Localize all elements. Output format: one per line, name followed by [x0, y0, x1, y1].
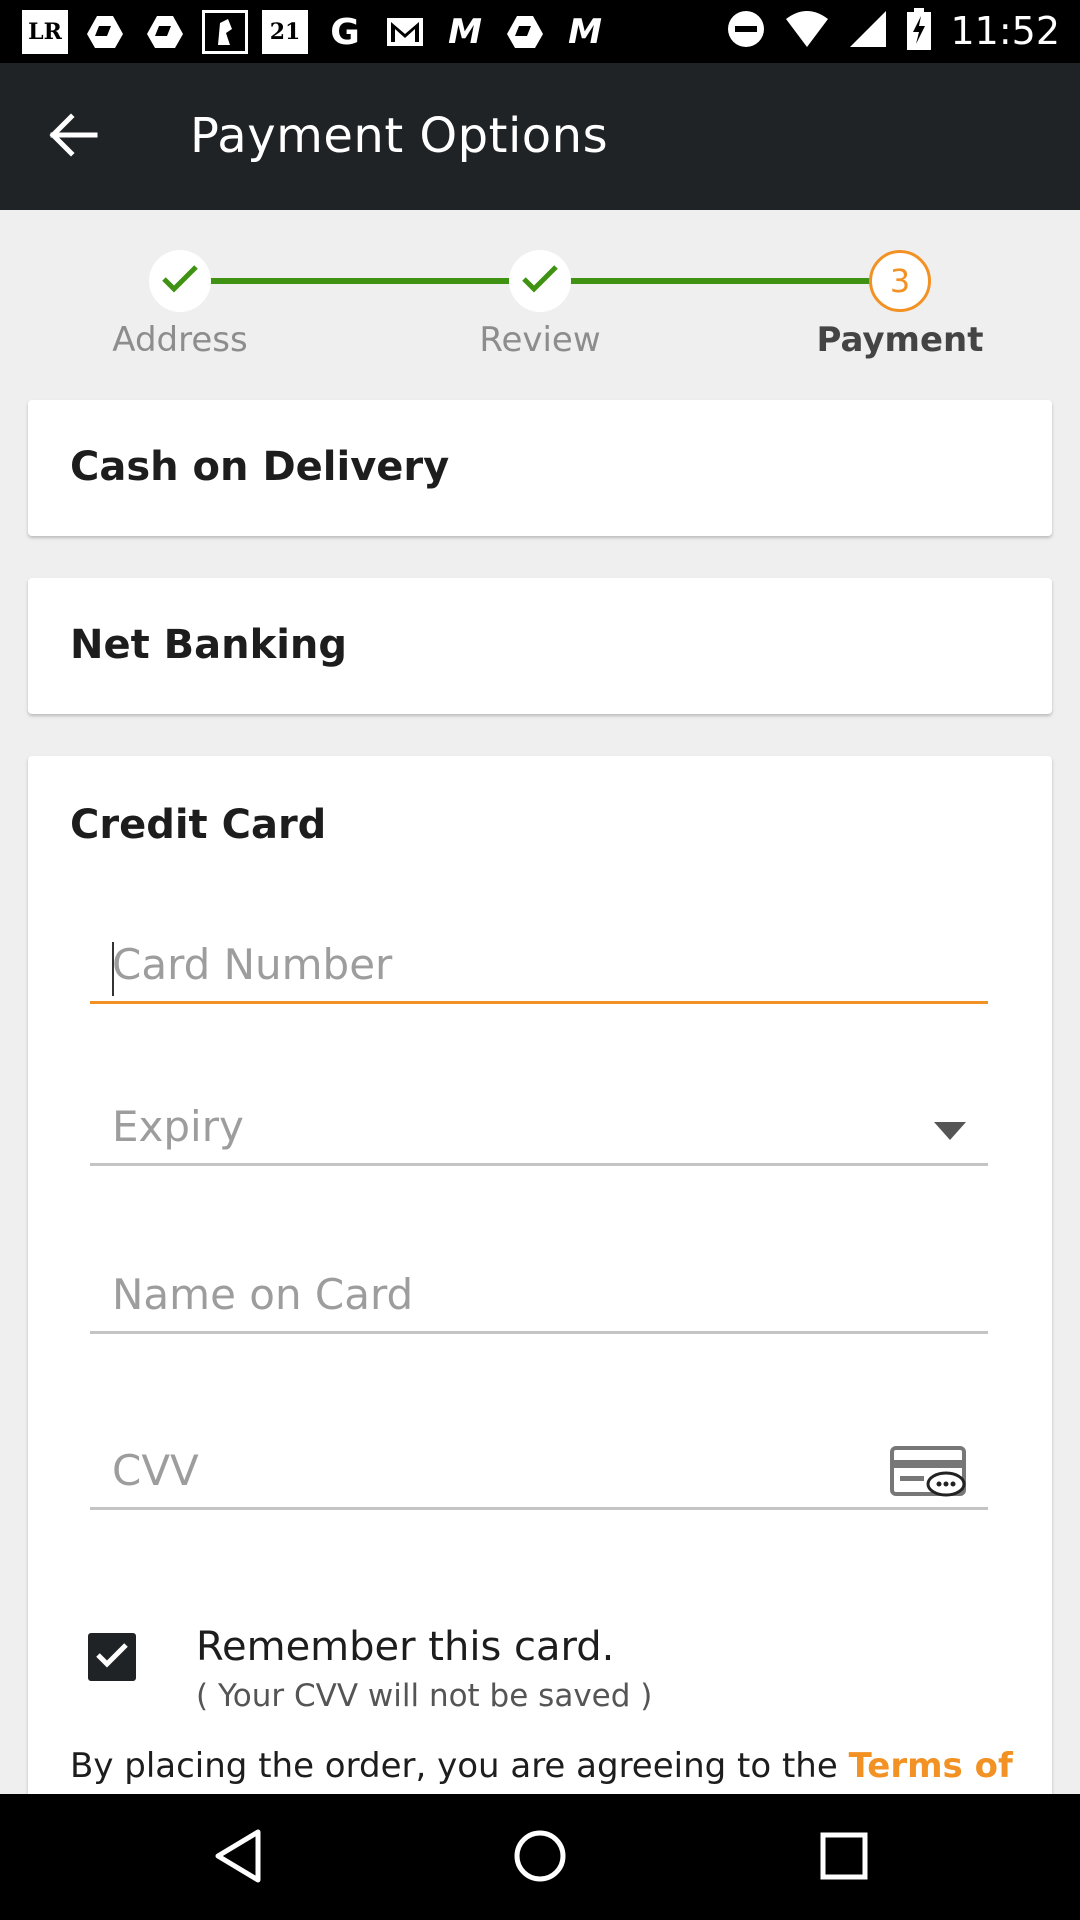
credit-card-option: Credit Card Remember this card. ( Your C…: [28, 756, 1052, 1794]
dropdown-arrow-icon: [934, 1122, 966, 1140]
forever21-icon: 21: [262, 10, 308, 54]
card-cvv-icon: [890, 1446, 966, 1502]
step-payment-circle: 3: [869, 250, 931, 312]
nav-recents-button[interactable]: [808, 1822, 880, 1894]
system-icons: 11:52: [726, 8, 1060, 54]
option-title: Cash on Delivery: [70, 444, 450, 490]
nav-back-button[interactable]: [202, 1822, 274, 1894]
name-on-card-field[interactable]: [90, 1270, 988, 1334]
expiry-field[interactable]: [90, 1102, 988, 1166]
system-nav-bar: [0, 1794, 1080, 1920]
google-icon: G: [330, 11, 360, 53]
net-banking-option[interactable]: Net Banking: [28, 578, 1052, 714]
cash-on-delivery-option[interactable]: Cash on Delivery: [28, 400, 1052, 536]
card-number-input[interactable]: [90, 940, 988, 1001]
cvv-input[interactable]: [90, 1446, 988, 1507]
step-address-label: Address: [112, 320, 248, 360]
nav-home-button[interactable]: [504, 1822, 576, 1894]
card-number-field[interactable]: [90, 940, 988, 1004]
step-connector: [570, 278, 870, 284]
remember-card-checkbox[interactable]: [88, 1633, 136, 1681]
check-icon: [95, 1641, 129, 1673]
terms-text: By placing the order, you are agreeing t…: [70, 1746, 1013, 1786]
myntra-icon: M: [448, 12, 482, 52]
app-bar: Payment Options: [0, 63, 1080, 210]
page-title: Payment Options: [190, 108, 609, 164]
battery-charging-icon: [906, 8, 932, 54]
step-connector: [210, 278, 510, 284]
mirror-app-icon: [202, 10, 248, 54]
drive-icon: [502, 10, 548, 54]
option-title: Credit Card: [70, 802, 327, 848]
recents-square-icon: [819, 1831, 869, 1885]
myntra-icon: M: [568, 12, 602, 52]
do-not-disturb-icon: [726, 9, 766, 53]
notification-icons: LR 21 G M M: [22, 10, 608, 54]
text-caret: [112, 942, 114, 996]
cvv-field[interactable]: [90, 1446, 988, 1510]
back-button[interactable]: [40, 103, 108, 171]
arrow-left-icon: [49, 113, 99, 161]
name-on-card-input[interactable]: [90, 1270, 988, 1331]
terms-prefix: By placing the order, you are agreeing t…: [70, 1746, 838, 1786]
expiry-select[interactable]: [90, 1102, 988, 1163]
gmail-icon: [382, 10, 428, 54]
step-review-label: Review: [479, 320, 601, 360]
remember-card-note: ( Your CVV will not be saved ): [196, 1678, 653, 1714]
signal-icon: [848, 9, 888, 53]
drive-icon: [82, 10, 128, 54]
step-address-circle: [149, 250, 211, 312]
home-circle-icon: [512, 1828, 568, 1888]
clock: 11:52: [950, 9, 1060, 53]
back-triangle-icon: [212, 1828, 264, 1888]
wifi-icon: [784, 9, 830, 53]
step-payment-label: Payment: [816, 320, 984, 360]
remember-card-label[interactable]: Remember this card.: [196, 1624, 614, 1670]
check-icon: [520, 263, 560, 299]
status-bar: LR 21 G M M 11:52: [0, 0, 1080, 63]
check-icon: [160, 263, 200, 299]
lr-app-icon: LR: [22, 10, 68, 54]
option-title: Net Banking: [70, 622, 348, 668]
terms-link[interactable]: Terms of: [849, 1746, 1013, 1786]
drive-icon: [142, 10, 188, 54]
checkout-stepper: 3 Address Review Payment: [0, 210, 1080, 390]
step-review-circle: [509, 250, 571, 312]
